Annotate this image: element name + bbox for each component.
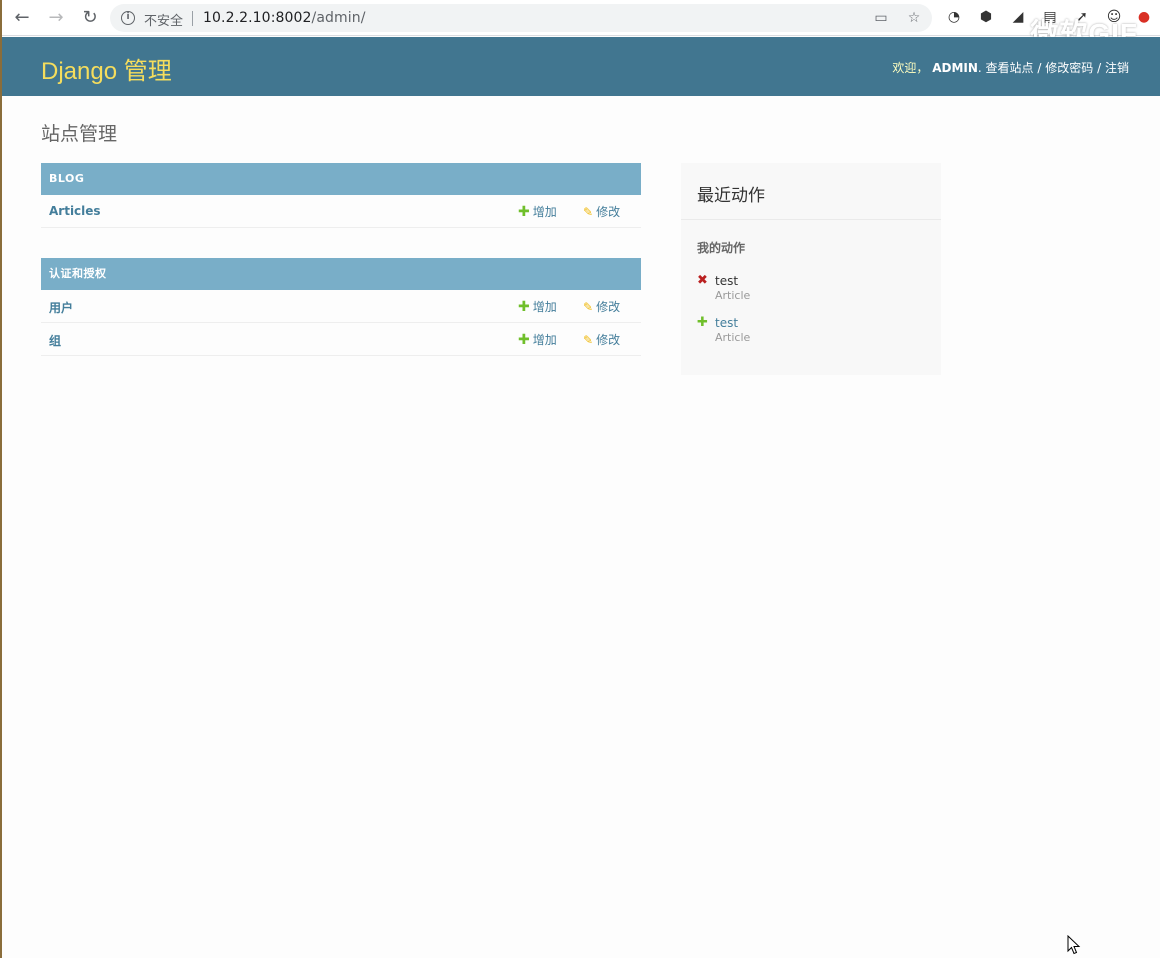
- admin-header: Django 管理 欢迎， ADMIN. 查看站点 / 修改密码 / 注销: [2, 37, 1160, 96]
- plus-icon: ✚: [518, 332, 530, 348]
- change-label: 修改: [596, 333, 621, 347]
- extension-blue-icon[interactable]: ◢: [1009, 8, 1027, 26]
- url-path: /admin/: [311, 10, 366, 26]
- action-object-type: Article: [715, 331, 751, 344]
- separator: /: [1097, 61, 1102, 75]
- browser-toolbar: ← → ↻ i 不安全 10.2.2.10:8002/admin/ ▭ ☆ ◔ …: [2, 0, 1160, 49]
- extension-cube-icon[interactable]: ⬢: [977, 8, 995, 26]
- plus-icon: ✚: [518, 204, 530, 220]
- add-label: 增加: [532, 333, 557, 347]
- add-label: 增加: [532, 205, 557, 219]
- pencil-icon: ✎: [583, 333, 594, 347]
- separator: [192, 11, 193, 26]
- module-caption[interactable]: 认证和授权: [41, 258, 641, 290]
- change-link[interactable]: ✎ 修改: [583, 331, 620, 348]
- logout-link[interactable]: 注销: [1105, 61, 1129, 75]
- welcome-text: 欢迎，: [892, 61, 929, 75]
- add-link[interactable]: ✚ 增加: [518, 331, 557, 348]
- security-label: 不安全: [144, 14, 184, 29]
- reload-button[interactable]: ↻: [78, 6, 102, 30]
- info-icon[interactable]: i: [121, 11, 135, 25]
- recent-actions-panel: 最近动作 我的动作 ✖ test Article ✚ test Article: [681, 163, 941, 375]
- change-password-link[interactable]: 修改密码: [1045, 61, 1093, 75]
- model-row-articles: Articles ✚ 增加 ✎ 修改: [41, 195, 641, 228]
- delete-icon: ✖: [697, 273, 708, 288]
- site-branding[interactable]: Django 管理: [41, 51, 172, 86]
- add-icon: ✚: [697, 315, 708, 330]
- pencil-icon: ✎: [583, 300, 594, 314]
- back-button[interactable]: ←: [10, 6, 34, 30]
- action-object-link[interactable]: test: [715, 316, 738, 330]
- recent-actions-title: 最近动作: [697, 186, 765, 206]
- model-row-groups: 组 ✚ 增加 ✎ 修改: [41, 323, 641, 356]
- model-link[interactable]: 组: [49, 332, 61, 349]
- action-object-type: Article: [715, 289, 751, 302]
- username: ADMIN: [932, 61, 978, 75]
- model-row-users: 用户 ✚ 增加 ✎ 修改: [41, 290, 641, 323]
- user-tools: 欢迎， ADMIN. 查看站点 / 修改密码 / 注销: [892, 61, 1129, 75]
- divider: [681, 219, 941, 220]
- change-link[interactable]: ✎ 修改: [583, 298, 620, 315]
- separator: /: [1037, 61, 1042, 75]
- module-caption[interactable]: BLOG: [41, 163, 641, 195]
- model-link[interactable]: Articles: [49, 204, 101, 218]
- mouse-cursor-icon: [1067, 935, 1081, 955]
- change-link[interactable]: ✎ 修改: [583, 203, 620, 220]
- url-text[interactable]: 10.2.2.10:8002/admin/: [203, 10, 366, 26]
- change-label: 修改: [596, 300, 621, 314]
- model-link[interactable]: 用户: [49, 299, 73, 316]
- change-label: 修改: [596, 205, 621, 219]
- plus-icon: ✚: [518, 299, 530, 315]
- page-title: 站点管理: [41, 123, 118, 145]
- star-icon[interactable]: ☆: [905, 9, 923, 27]
- address-bar[interactable]: i 不安全 10.2.2.10:8002/admin/ ▭ ☆: [110, 4, 932, 32]
- add-link[interactable]: ✚ 增加: [518, 298, 557, 315]
- add-link[interactable]: ✚ 增加: [518, 203, 557, 220]
- add-label: 增加: [532, 300, 557, 314]
- app-module-blog: BLOG Articles ✚ 增加 ✎ 修改: [41, 163, 641, 228]
- forward-button[interactable]: →: [44, 6, 68, 30]
- app-module-auth: 认证和授权 用户 ✚ 增加 ✎ 修改 组 ✚ 增加 ✎ 修改: [41, 258, 641, 356]
- pencil-icon: ✎: [583, 205, 594, 219]
- action-object-name: test: [715, 274, 739, 288]
- my-actions-heading: 我的动作: [697, 241, 746, 255]
- cast-icon[interactable]: ▭: [872, 9, 890, 27]
- extension-speed-icon[interactable]: ◔: [945, 8, 963, 26]
- url-host: 10.2.2.10:8002: [203, 10, 312, 26]
- view-site-link[interactable]: 查看站点: [986, 61, 1034, 75]
